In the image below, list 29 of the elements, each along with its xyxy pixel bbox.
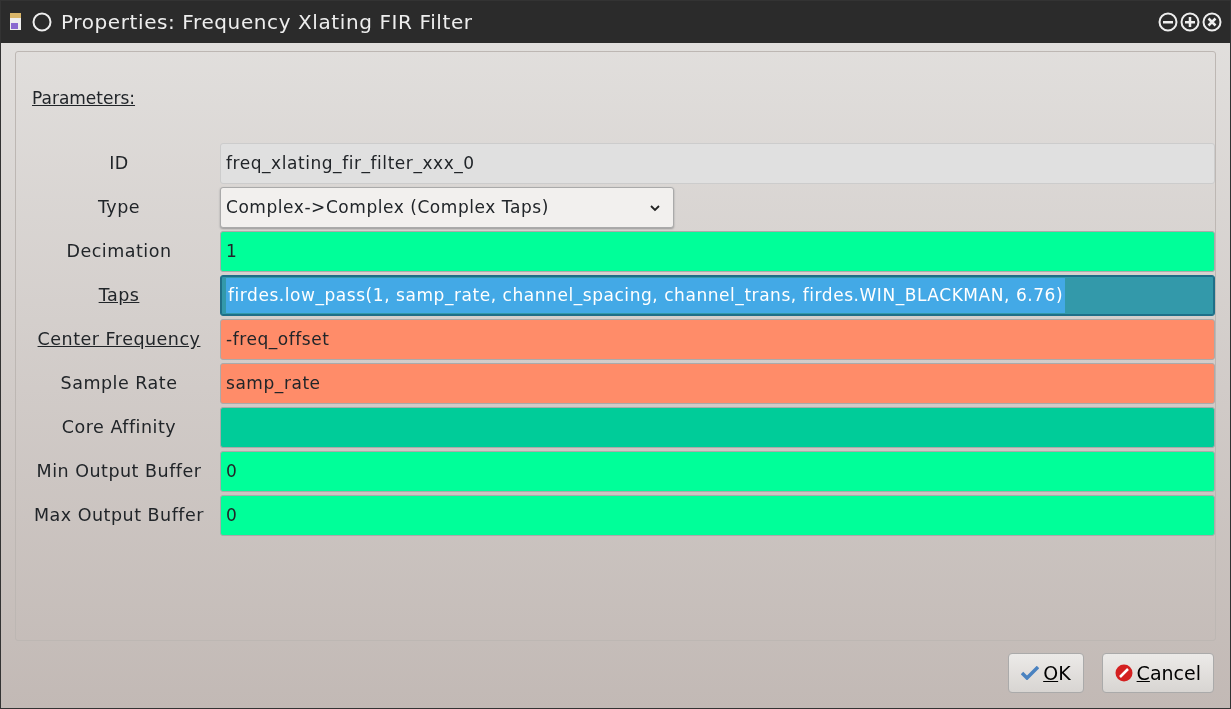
input-field[interactable]: -freq_offset (220, 319, 1215, 360)
field-label: Center Frequency (37, 329, 201, 350)
input-field[interactable]: 1 (220, 231, 1215, 272)
field-label: Type (97, 197, 141, 218)
checkmark-icon (1021, 666, 1040, 680)
section-heading: Parameters: (32, 87, 136, 110)
field-label: Core Affinity (61, 417, 177, 438)
field-label: Min Output Buffer (36, 461, 202, 482)
app-icon[interactable] (9, 12, 23, 32)
field-label: ID (109, 153, 129, 174)
stop-icon (1114, 664, 1133, 682)
field-label: Max Output Buffer (34, 505, 204, 526)
input-field[interactable]: 0 (220, 495, 1215, 536)
field-label: Taps (98, 285, 140, 306)
minimize-icon[interactable] (1158, 12, 1178, 32)
input-field[interactable]: 0 (220, 451, 1215, 492)
cancel-button[interactable]: Cancel (1101, 653, 1214, 693)
input-field[interactable]: samp_rate (220, 363, 1215, 404)
input-field[interactable] (220, 407, 1215, 448)
pin-icon[interactable] (31, 11, 53, 33)
close-icon[interactable] (1202, 12, 1222, 32)
caret-icon (649, 203, 661, 212)
type-dropdown[interactable]: Complex->Complex (Complex Taps) (220, 187, 674, 228)
maximize-icon[interactable] (1180, 12, 1200, 32)
field-label: Sample Rate (60, 373, 178, 394)
field-label: Decimation (66, 241, 172, 262)
window-title: Properties: Frequency Xlating FIR Filter (61, 9, 474, 36)
id-field[interactable]: freq_xlating_fir_filter_xxx_0 (220, 143, 1215, 184)
ok-button[interactable]: OK (1008, 653, 1084, 693)
